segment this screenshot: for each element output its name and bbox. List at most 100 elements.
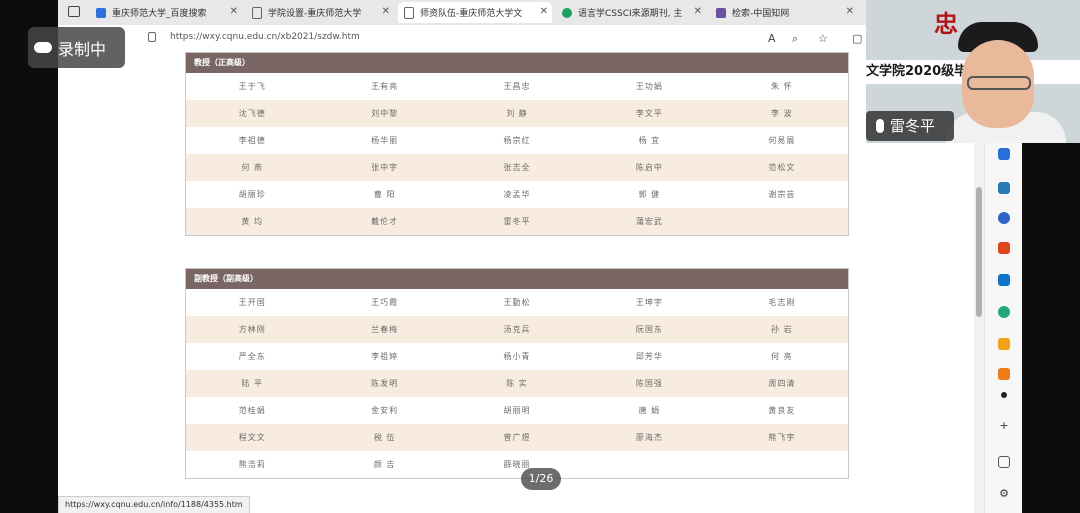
faculty-name-link[interactable]: 刘中黎 (318, 108, 450, 119)
faculty-name-link[interactable]: 刘 静 (451, 108, 583, 119)
tab-faculty[interactable]: 师资队伍-重庆师范大学文 ✕ (398, 2, 552, 23)
faculty-name-link[interactable]: 戴伦才 (318, 216, 450, 227)
faculty-name-link[interactable]: 李 波 (716, 108, 848, 119)
recording-badge[interactable]: 录制中 (28, 27, 125, 68)
faculty-name-link[interactable]: 严全东 (186, 351, 318, 362)
faculty-name-link[interactable]: 方林刚 (186, 324, 318, 335)
tab-actions-icon[interactable] (68, 6, 80, 17)
faculty-name-link[interactable]: 蒲宏武 (583, 216, 715, 227)
close-tab-icon[interactable]: ✕ (382, 6, 390, 17)
faculty-name-link[interactable]: 周四清 (716, 378, 848, 389)
tag-icon[interactable] (998, 148, 1010, 160)
faculty-name-link[interactable]: 胡丽明 (451, 405, 583, 416)
close-tab-icon[interactable]: ✕ (846, 6, 854, 17)
faculty-name-link[interactable]: 李文平 (583, 108, 715, 119)
faculty-name-link[interactable]: 王于飞 (186, 81, 318, 92)
faculty-name-link[interactable]: 王巧霞 (318, 297, 450, 308)
faculty-name-link[interactable]: 凌孟华 (451, 189, 583, 200)
faculty-name-link[interactable]: 范桂娟 (186, 405, 318, 416)
faculty-name-link[interactable]: 税 伍 (318, 432, 450, 443)
lock-icon[interactable] (148, 32, 156, 42)
person-glasses (967, 76, 1031, 90)
bolt-icon[interactable] (998, 368, 1010, 380)
tab-baidu[interactable]: 重庆师范大学_百度搜索 ✕ (90, 2, 242, 23)
plus-icon[interactable]: + (998, 420, 1010, 432)
faculty-name-link[interactable]: 熊飞宇 (716, 432, 848, 443)
faculty-name-link[interactable]: 曾广煜 (451, 432, 583, 443)
faculty-name-link[interactable]: 范松文 (716, 162, 848, 173)
faculty-name-link[interactable]: 黄良友 (716, 405, 848, 416)
faculty-name-link[interactable]: 陈启中 (583, 162, 715, 173)
faculty-name-link[interactable]: 杨 宜 (583, 135, 715, 146)
faculty-name-link[interactable]: 雷冬平 (451, 216, 583, 227)
faculty-name-link[interactable]: 王勤松 (451, 297, 583, 308)
faculty-name-link[interactable]: 薛晓丽 (451, 459, 583, 470)
tab-cssci[interactable]: 语言学CSSCI来源期刊, 主 ✕ (556, 2, 706, 23)
faculty-name-link[interactable]: 汤克兵 (451, 324, 583, 335)
close-tab-icon[interactable]: ✕ (694, 6, 702, 17)
page-content: 教授（正高级） 王于飞 王有亮 王昌忠 王功娟朱 怀沈飞德 刘中黎刘 静李文平李 波李祖… (58, 52, 974, 513)
faculty-name-link[interactable]: 兰春梅 (318, 324, 450, 335)
faculty-name-link[interactable]: 张志全 (451, 162, 583, 173)
page-indicator: 1/26 (521, 468, 561, 490)
close-tab-icon[interactable]: ✕ (230, 6, 238, 17)
table-row: 王开国 王巧霞 王勤松 王坤宇 毛志刚 (186, 289, 848, 316)
table-row: 黄 均戴伦才 雷冬平 蒲宏武 (186, 208, 848, 235)
collections-icon[interactable]: ▢ (852, 32, 862, 45)
faculty-name-link[interactable]: 颜 吉 (318, 459, 450, 470)
faculty-name-link[interactable]: 程文文 (186, 432, 318, 443)
faculty-name-link[interactable]: 王坤宇 (583, 297, 715, 308)
faculty-name-link[interactable]: 陈发明 (318, 378, 450, 389)
faculty-name-link[interactable]: 金安利 (318, 405, 450, 416)
faculty-name-link[interactable]: 谢宗芸 (716, 189, 848, 200)
faculty-name-link[interactable]: 廖海杰 (583, 432, 715, 443)
tab-title: 学院设置-重庆师范大学 (268, 9, 362, 19)
webcam-video: 忠 文学院2020级毕业指导会 雷冬平 (866, 0, 1080, 143)
faculty-name-link[interactable]: 胡丽珍 (186, 189, 318, 200)
faculty-name-link[interactable]: 阮国东 (583, 324, 715, 335)
tab-cnki[interactable]: 检索-中国知网 ✕ (710, 2, 858, 23)
faculty-name-link[interactable]: 曹 阳 (318, 189, 450, 200)
faculty-name-link[interactable]: 陈国强 (583, 378, 715, 389)
outlook-icon[interactable] (998, 274, 1010, 286)
drop-icon[interactable] (998, 306, 1010, 318)
faculty-name-link[interactable]: 王开国 (186, 297, 318, 308)
gear-icon[interactable]: ⚙ (998, 488, 1010, 500)
faculty-name-link[interactable]: 何 燕 (186, 162, 318, 173)
dot-icon[interactable] (1001, 392, 1007, 398)
faculty-name-link[interactable]: 陆 平 (186, 378, 318, 389)
person-icon[interactable] (998, 212, 1010, 224)
faculty-name-link[interactable]: 熊浩莉 (186, 459, 318, 470)
faculty-name-link[interactable]: 何易展 (716, 135, 848, 146)
faculty-name-link[interactable]: 杨小青 (451, 351, 583, 362)
faculty-name-link[interactable]: 陈 实 (451, 378, 583, 389)
faculty-name-link[interactable]: 杨宗红 (451, 135, 583, 146)
office-icon[interactable] (998, 242, 1010, 254)
faculty-name-link[interactable]: 毛志刚 (716, 297, 848, 308)
faculty-name-link[interactable]: 李祖婷 (318, 351, 450, 362)
faculty-name-link[interactable]: 黄 均 (186, 216, 318, 227)
scrollbar-thumb[interactable] (976, 187, 982, 317)
favorite-icon[interactable]: ☆ (818, 32, 828, 45)
read-aloud-icon[interactable]: A (768, 32, 776, 45)
briefcase-icon[interactable] (998, 182, 1010, 194)
faculty-name-link[interactable]: 唐 娟 (583, 405, 715, 416)
faculty-name-link[interactable]: 郭 健 (583, 189, 715, 200)
faculty-name-link[interactable]: 何 亮 (716, 351, 848, 362)
faculty-name-link[interactable]: 张中宇 (318, 162, 450, 173)
faculty-name-link[interactable]: 孙 岩 (716, 324, 848, 335)
faculty-name-link[interactable]: 李祖德 (186, 135, 318, 146)
url-field[interactable]: https://wxy.cqnu.edu.cn/xb2021/szdw.htm (170, 32, 360, 42)
faculty-name-link[interactable]: 沈飞德 (186, 108, 318, 119)
faculty-name-link[interactable]: 邱芳华 (583, 351, 715, 362)
zoom-icon[interactable]: ⌕ (792, 32, 798, 46)
tab-college-settings[interactable]: 学院设置-重庆师范大学 ✕ (246, 2, 394, 23)
faculty-name-link[interactable]: 王有亮 (318, 81, 450, 92)
close-tab-icon[interactable]: ✕ (540, 6, 548, 17)
faculty-name-link[interactable]: 王昌忠 (451, 81, 583, 92)
faculty-name-link[interactable]: 杨华丽 (318, 135, 450, 146)
faculty-name-link[interactable]: 王功娟 (583, 81, 715, 92)
bolt-icon[interactable] (998, 338, 1010, 350)
faculty-name-link[interactable]: 朱 怀 (716, 81, 848, 92)
screenshot-icon[interactable] (998, 456, 1010, 468)
